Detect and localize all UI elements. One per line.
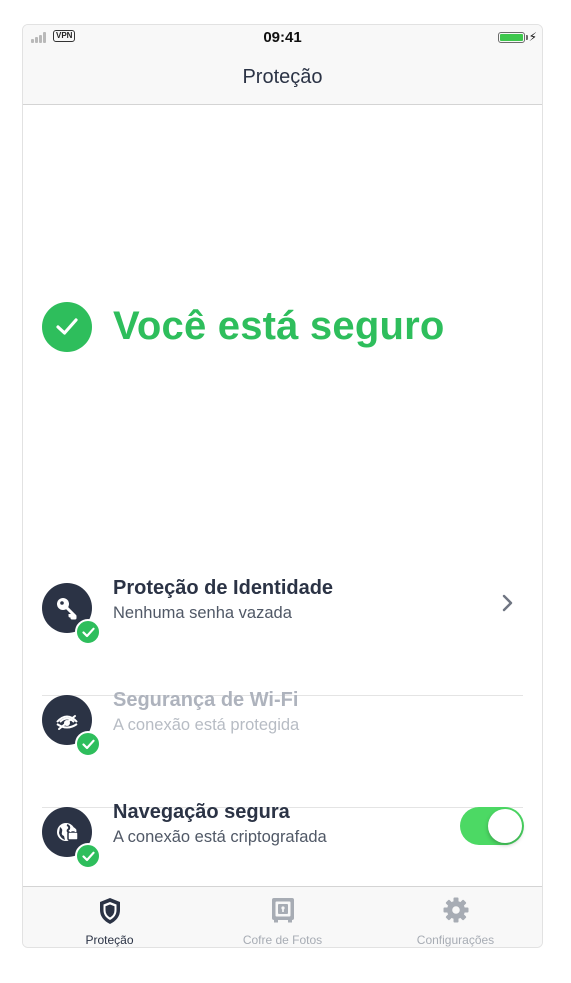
app-screen: VPN 09:41 ⚡︎ Proteção Você está seguro P… (22, 24, 543, 948)
feature-title: Segurança de Wi-Fi (113, 689, 299, 711)
status-bar: VPN 09:41 ⚡︎ (23, 25, 542, 51)
status-message: Você está seguro (113, 304, 445, 348)
check-badge-icon (75, 619, 101, 645)
page-title: Proteção (242, 66, 323, 88)
tab-photo-vault[interactable]: Cofre de Fotos (196, 887, 369, 947)
feature-subtitle: A conexão está protegida (113, 716, 300, 734)
safe-browsing-toggle[interactable] (460, 807, 524, 845)
tab-bar: Proteção Cofre de Fotos Configurações (23, 886, 542, 947)
check-badge-icon (75, 843, 101, 869)
globe-lock-icon (42, 807, 101, 869)
feature-subtitle: Nenhuma senha vazada (113, 604, 292, 622)
feature-subtitle: A conexão está criptografada (113, 828, 327, 846)
toggle-knob (488, 809, 522, 843)
gear-icon (369, 897, 542, 925)
tab-label: Proteção (85, 933, 134, 947)
tab-label: Configurações (416, 933, 495, 947)
wifi-security-row[interactable]: Segurança de Wi-Fi A conexão está proteg… (42, 689, 523, 808)
charging-bolt-icon: ⚡︎ (528, 30, 537, 44)
wifi-eye-icon (42, 695, 101, 757)
status-time: 09:41 (263, 29, 302, 46)
battery-charging-icon (498, 32, 525, 43)
tab-label: Cofre de Fotos (242, 933, 323, 947)
feature-title: Navegação segura (113, 801, 290, 823)
feature-title: Proteção de Identidade (113, 577, 334, 599)
chevron-right-icon[interactable] (501, 594, 513, 612)
shield-icon (23, 897, 196, 925)
key-icon (42, 583, 101, 645)
tab-protection[interactable]: Proteção (23, 887, 196, 947)
check-badge-icon (75, 731, 101, 757)
navigation-bar: Proteção (23, 51, 542, 105)
tab-settings[interactable]: Configurações (369, 887, 542, 947)
check-circle-icon (42, 302, 92, 352)
identity-protection-row[interactable]: Proteção de Identidade Nenhuma senha vaz… (42, 577, 523, 696)
photo-vault-icon (196, 897, 369, 925)
